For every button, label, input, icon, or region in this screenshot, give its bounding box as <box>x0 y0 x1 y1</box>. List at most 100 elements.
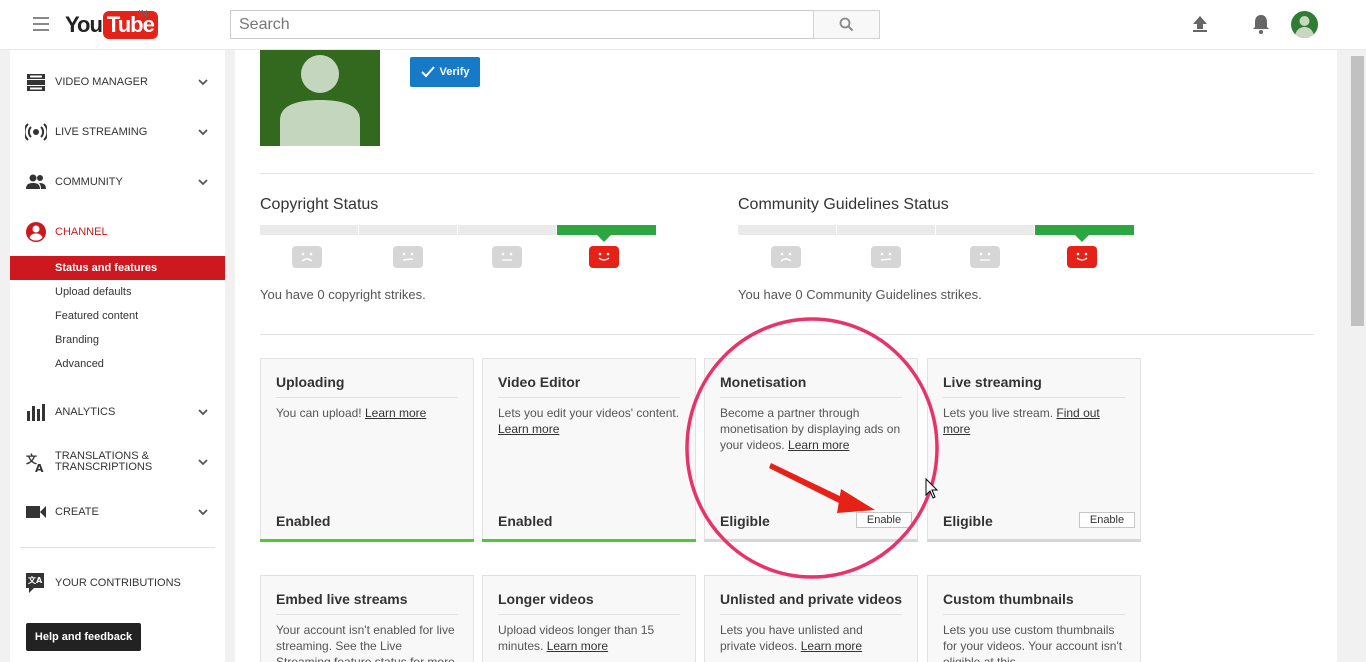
copyright-strikes-text: You have 0 copyright strikes. <box>260 287 426 302</box>
verify-label: Verify <box>439 66 470 78</box>
enable-monetisation-button[interactable]: Enable <box>856 512 912 528</box>
live-streaming-icon <box>25 123 47 141</box>
section-divider <box>260 334 1314 335</box>
chevron-down-icon <box>198 79 208 86</box>
copyright-status-title: Copyright Status <box>260 196 379 213</box>
chevron-down-icon <box>198 459 208 466</box>
strike-segment-active <box>557 225 656 235</box>
card-title: Uploading <box>276 374 345 390</box>
sidebar-subitem-branding[interactable]: Branding <box>10 328 225 352</box>
sidebar-subitem-featured-content[interactable]: Featured content <box>10 304 225 328</box>
feature-card-unlisted-private: Unlisted and private videos Lets you hav… <box>704 575 918 662</box>
verify-button[interactable]: Verify <box>410 57 480 87</box>
main-content: Verify Copyright Status You have 0 copyr… <box>235 50 1337 662</box>
svg-text:文A: 文A <box>28 575 43 585</box>
card-divider <box>720 397 902 398</box>
search-button[interactable] <box>813 10 880 39</box>
upload-icon[interactable] <box>1190 14 1210 34</box>
sidebar-divider <box>20 547 215 548</box>
card-divider <box>276 397 458 398</box>
card-divider <box>943 614 1125 615</box>
community-strikes-text: You have 0 Community Guidelines strikes. <box>738 287 982 302</box>
account-avatar[interactable] <box>1291 11 1318 38</box>
strike-segment <box>359 225 457 235</box>
status-pointer <box>597 235 611 242</box>
page-scrollbar[interactable] <box>1349 50 1366 662</box>
strike-segment <box>936 225 1034 235</box>
strike-segment <box>738 225 836 235</box>
feature-card-longer-videos: Longer videos Upload videos longer than … <box>482 575 696 662</box>
contributions-icon: 文A <box>26 573 44 593</box>
card-divider <box>943 397 1125 398</box>
menu-icon[interactable] <box>33 17 49 31</box>
sidebar-item-label: CHANNEL <box>55 225 108 238</box>
chevron-down-icon <box>198 129 208 136</box>
creator-studio-sidebar: VIDEO MANAGER LIVE STREAMING COMMUNITY C… <box>10 50 225 662</box>
section-divider <box>260 173 1314 174</box>
card-divider <box>276 614 458 615</box>
youtube-logo[interactable]: You Tube IN <box>65 9 158 39</box>
card-title: Video Editor <box>498 374 581 390</box>
card-description: Upload videos longer than 15 minutes. Le… <box>498 623 655 653</box>
status-bar <box>704 539 918 542</box>
learn-more-link[interactable]: Learn more <box>498 422 559 436</box>
sidebar-item-translations[interactable]: 文A TRANSLATIONS & TRANSCRIPTIONS <box>10 442 225 482</box>
card-description: Lets you live stream. Find out more <box>943 406 1100 436</box>
sidebar-item-your-contributions[interactable]: 文A YOUR CONTRIBUTIONS <box>10 563 225 603</box>
notifications-bell-icon[interactable] <box>1251 13 1271 35</box>
card-status: Enabled <box>276 513 331 529</box>
card-divider <box>720 614 902 615</box>
channel-avatar <box>260 50 380 146</box>
sidebar-subitem-upload-defaults[interactable]: Upload defaults <box>10 280 225 304</box>
sidebar-item-label: LIVE STREAMING <box>55 125 148 138</box>
search-input[interactable]: Search <box>230 10 814 39</box>
sidebar-item-live-streaming[interactable]: LIVE STREAMING <box>10 112 225 152</box>
sidebar-item-label: COMMUNITY <box>55 175 123 188</box>
chevron-down-icon <box>198 179 208 186</box>
video-manager-icon <box>27 74 45 91</box>
enable-live-streaming-button[interactable]: Enable <box>1079 512 1135 528</box>
sidebar-item-label: VIDEO MANAGER <box>55 75 148 88</box>
neutral-face-icon <box>393 246 423 268</box>
status-bar <box>927 539 1141 542</box>
learn-more-link[interactable]: Learn more <box>547 639 608 653</box>
sidebar-item-video-manager[interactable]: VIDEO MANAGER <box>10 62 225 102</box>
card-title: Longer videos <box>498 591 594 607</box>
sad-face-icon <box>771 246 801 268</box>
sad-face-icon <box>292 246 322 268</box>
card-title: Live streaming <box>943 374 1042 390</box>
card-status: Eligible <box>720 513 770 529</box>
card-title: Custom thumbnails <box>943 591 1074 607</box>
top-header: You Tube IN Search <box>0 0 1366 50</box>
feature-card-live-streaming: Live streaming Lets you live stream. Fin… <box>927 358 1141 542</box>
status-bar <box>260 539 474 542</box>
card-title: Unlisted and private videos <box>720 591 903 607</box>
feature-card-custom-thumbnails: Custom thumbnails Lets you use custom th… <box>927 575 1141 662</box>
chevron-down-icon <box>198 409 208 416</box>
card-divider <box>498 614 680 615</box>
community-status-title: Community Guidelines Status <box>738 196 949 213</box>
strike-segment-active <box>1035 225 1134 235</box>
sidebar-item-analytics[interactable]: ANALYTICS <box>10 392 225 432</box>
learn-more-link[interactable]: Learn more <box>788 438 849 452</box>
feature-card-uploading: Uploading You can upload! Learn more Ena… <box>260 358 474 542</box>
video-camera-icon <box>26 506 46 518</box>
card-title: Embed live streams <box>276 591 408 607</box>
strike-segment <box>458 225 556 235</box>
strike-segment <box>837 225 935 235</box>
card-description: Lets you have unlisted and private video… <box>720 623 863 653</box>
sidebar-subitem-advanced[interactable]: Advanced <box>10 352 225 376</box>
card-description: Become a partner through monetisation by… <box>720 406 901 452</box>
sidebar-item-label: ANALYTICS <box>55 405 116 418</box>
learn-more-link[interactable]: Learn more <box>801 639 862 653</box>
neutral-face-icon <box>492 246 522 268</box>
help-feedback-button[interactable]: Help and feedback <box>26 623 141 651</box>
sidebar-item-create[interactable]: CREATE <box>10 492 225 532</box>
sidebar-subitem-status-features[interactable]: Status and features <box>10 256 225 280</box>
sidebar-item-channel[interactable]: CHANNEL <box>10 212 225 252</box>
card-divider <box>498 397 680 398</box>
scrollbar-thumb[interactable] <box>1351 56 1364 326</box>
channel-icon <box>26 222 46 242</box>
sidebar-item-community[interactable]: COMMUNITY <box>10 162 225 202</box>
learn-more-link[interactable]: Learn more <box>365 406 426 420</box>
